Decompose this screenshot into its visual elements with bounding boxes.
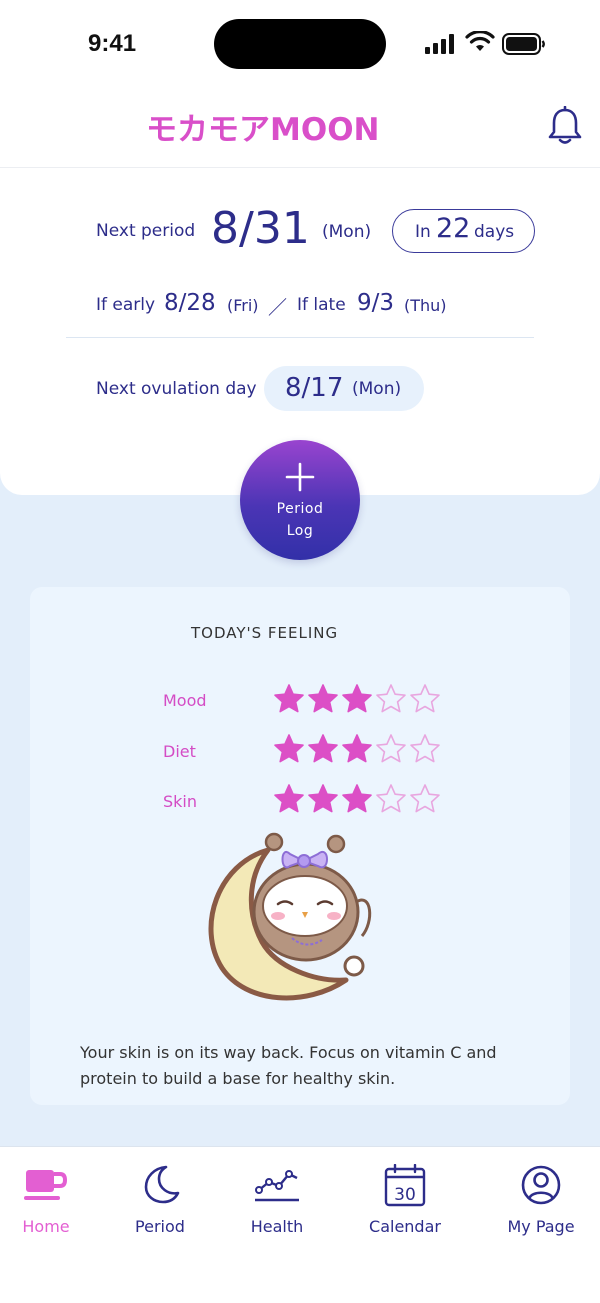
chart-icon [255, 1170, 299, 1202]
countdown-suffix: days [474, 222, 515, 242]
next-period-date: 8/31 [211, 203, 310, 254]
battery-icon [502, 33, 545, 55]
ovulation-pill: 8/17 (Mon) [264, 366, 424, 411]
star-filled-icon[interactable] [307, 683, 339, 715]
star-empty-icon[interactable] [409, 733, 441, 765]
wifi-icon [465, 31, 495, 51]
star-filled-icon[interactable] [341, 733, 373, 765]
late-label: If late [297, 295, 346, 315]
star-filled-icon[interactable] [341, 783, 373, 815]
period-log-label-1: Period [276, 501, 324, 517]
star-filled-icon[interactable] [273, 683, 305, 715]
late-date: 9/3 [357, 290, 395, 316]
status-bar: 9:41 [0, 0, 600, 88]
rating-label-mood: Mood [163, 691, 207, 710]
rating-stars-diet[interactable] [273, 733, 441, 765]
tab-my-page[interactable]: My Page [481, 1160, 600, 1250]
owl-moon-illustration [208, 832, 372, 1001]
tab-home[interactable]: Home [0, 1160, 106, 1250]
bell-icon[interactable] [547, 106, 583, 146]
star-empty-icon[interactable] [409, 683, 441, 715]
tab-health-label: Health [250, 1217, 304, 1236]
next-period-day: (Mon) [322, 222, 372, 242]
star-filled-icon[interactable] [273, 733, 305, 765]
rating-label-diet: Diet [163, 742, 196, 761]
early-label: If early [96, 295, 156, 315]
star-filled-icon[interactable] [307, 783, 339, 815]
countdown-pill: In 22 days [392, 209, 535, 253]
rating-label-skin: Skin [163, 792, 198, 811]
period-log-button[interactable]: Period Log [240, 440, 360, 560]
tab-health[interactable]: Health [217, 1160, 337, 1250]
early-date: 8/28 [164, 290, 216, 316]
cup-icon [24, 1170, 68, 1200]
tab-calendar[interactable]: 30 Calendar [345, 1160, 465, 1250]
tab-period[interactable]: Period [100, 1160, 220, 1250]
tab-calendar-label: Calendar [369, 1217, 441, 1236]
ovulation-label: Next ovulation day [96, 379, 257, 399]
rating-stars-mood[interactable] [273, 683, 441, 715]
star-empty-icon[interactable] [409, 783, 441, 815]
star-filled-icon[interactable] [341, 683, 373, 715]
star-empty-icon[interactable] [375, 783, 407, 815]
signal-icon [425, 34, 454, 54]
early-day: (Fri) [227, 296, 259, 315]
countdown-number: 22 [436, 213, 471, 244]
divider [66, 337, 534, 338]
moon-icon [144, 1165, 180, 1204]
star-filled-icon[interactable] [273, 783, 305, 815]
tab-home-label: Home [22, 1217, 70, 1236]
star-filled-icon[interactable] [307, 733, 339, 765]
star-empty-icon[interactable] [375, 733, 407, 765]
late-day: (Thu) [404, 296, 447, 315]
feeling-title: TODAY'S FEELING [191, 624, 339, 642]
feeling-message: Your skin is on its way back. Focus on v… [80, 1043, 497, 1088]
dynamic-island [214, 19, 386, 69]
plus-icon [285, 462, 315, 492]
status-time: 9:41 [88, 30, 137, 57]
tab-period-label: Period [135, 1217, 185, 1236]
countdown-prefix: In [415, 222, 431, 242]
rating-stars-skin[interactable] [273, 783, 441, 815]
app-logo: モカモアMOON [146, 112, 380, 148]
user-icon [521, 1165, 561, 1205]
tab-my-page-label: My Page [507, 1217, 575, 1236]
calendar-icon: 30 [384, 1164, 426, 1207]
logo-text: モカモアMOON [146, 112, 380, 148]
period-log-label-2: Log [286, 523, 314, 539]
star-empty-icon[interactable] [375, 683, 407, 715]
ovulation-date: 8/17 [285, 373, 344, 403]
date-separator: ／ [268, 297, 288, 319]
calendar-badge: 30 [394, 1185, 416, 1205]
next-period-label: Next period [96, 221, 196, 241]
ovulation-day: (Mon) [352, 379, 402, 399]
